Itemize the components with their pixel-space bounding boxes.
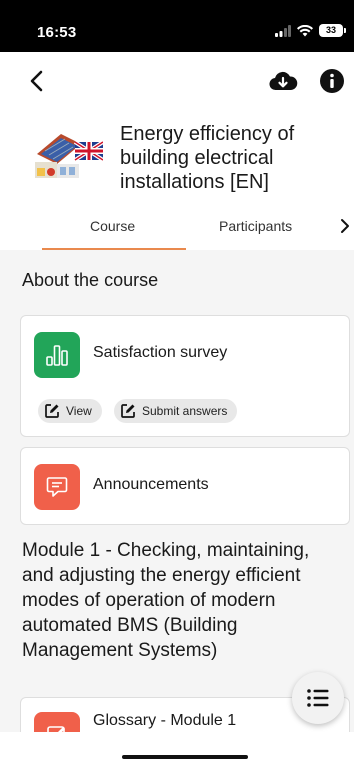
status-time: 16:53 <box>37 24 77 41</box>
tab-bar: Course Participants <box>0 204 354 250</box>
chevron-right-icon[interactable] <box>338 216 352 236</box>
tab-course[interactable]: Course <box>90 218 135 234</box>
list-icon <box>307 689 329 707</box>
course-index-button[interactable] <box>292 672 344 724</box>
announcements-module-icon <box>34 464 80 510</box>
bar-chart-icon <box>46 345 68 366</box>
signal-icon <box>275 24 291 37</box>
wifi-icon <box>297 24 313 36</box>
battery-indicator: 33 <box>319 24 346 37</box>
section-title: About the course <box>22 270 159 290</box>
view-button-label: View <box>66 404 92 418</box>
battery-cap <box>344 28 346 33</box>
info-icon[interactable] <box>319 68 345 94</box>
message-icon <box>46 477 68 497</box>
home-indicator[interactable] <box>122 755 248 759</box>
glossary-title: Glossary - Module 1 <box>93 712 237 729</box>
view-button[interactable]: View <box>38 399 102 423</box>
module-title: Module 1 - Checking, maintaining, and ad… <box>22 540 310 661</box>
status-bar: 16:53 33 <box>0 0 354 52</box>
uk-flag-icon <box>73 140 103 162</box>
submit-answers-button[interactable]: Submit answers <box>114 399 238 423</box>
chevron-left-icon[interactable] <box>24 67 52 95</box>
edit-icon <box>121 404 135 418</box>
phone-screen: 16:53 33 Energy efficiency of building e… <box>0 0 354 762</box>
survey-title: Satisfaction survey <box>93 344 228 361</box>
battery-level: 33 <box>319 24 343 37</box>
cloud-download-icon[interactable] <box>268 68 298 94</box>
course-header: Energy efficiency of building electrical… <box>0 110 354 200</box>
course-title: Energy efficiency of building electrical… <box>120 123 295 193</box>
tab-participants[interactable]: Participants <box>219 218 292 234</box>
announcements-card[interactable]: Announcements <box>20 447 350 525</box>
course-thumbnail <box>31 124 103 182</box>
app-bar <box>0 52 354 110</box>
edit-icon <box>45 404 59 418</box>
course-content[interactable]: About the course Satisfaction survey Vie… <box>0 250 354 762</box>
announcements-title: Announcements <box>93 476 209 493</box>
status-icons: 33 <box>275 24 346 37</box>
submit-answers-label: Submit answers <box>142 404 228 418</box>
survey-card[interactable]: Satisfaction survey View Submit answers <box>20 315 350 437</box>
survey-module-icon <box>34 332 80 378</box>
